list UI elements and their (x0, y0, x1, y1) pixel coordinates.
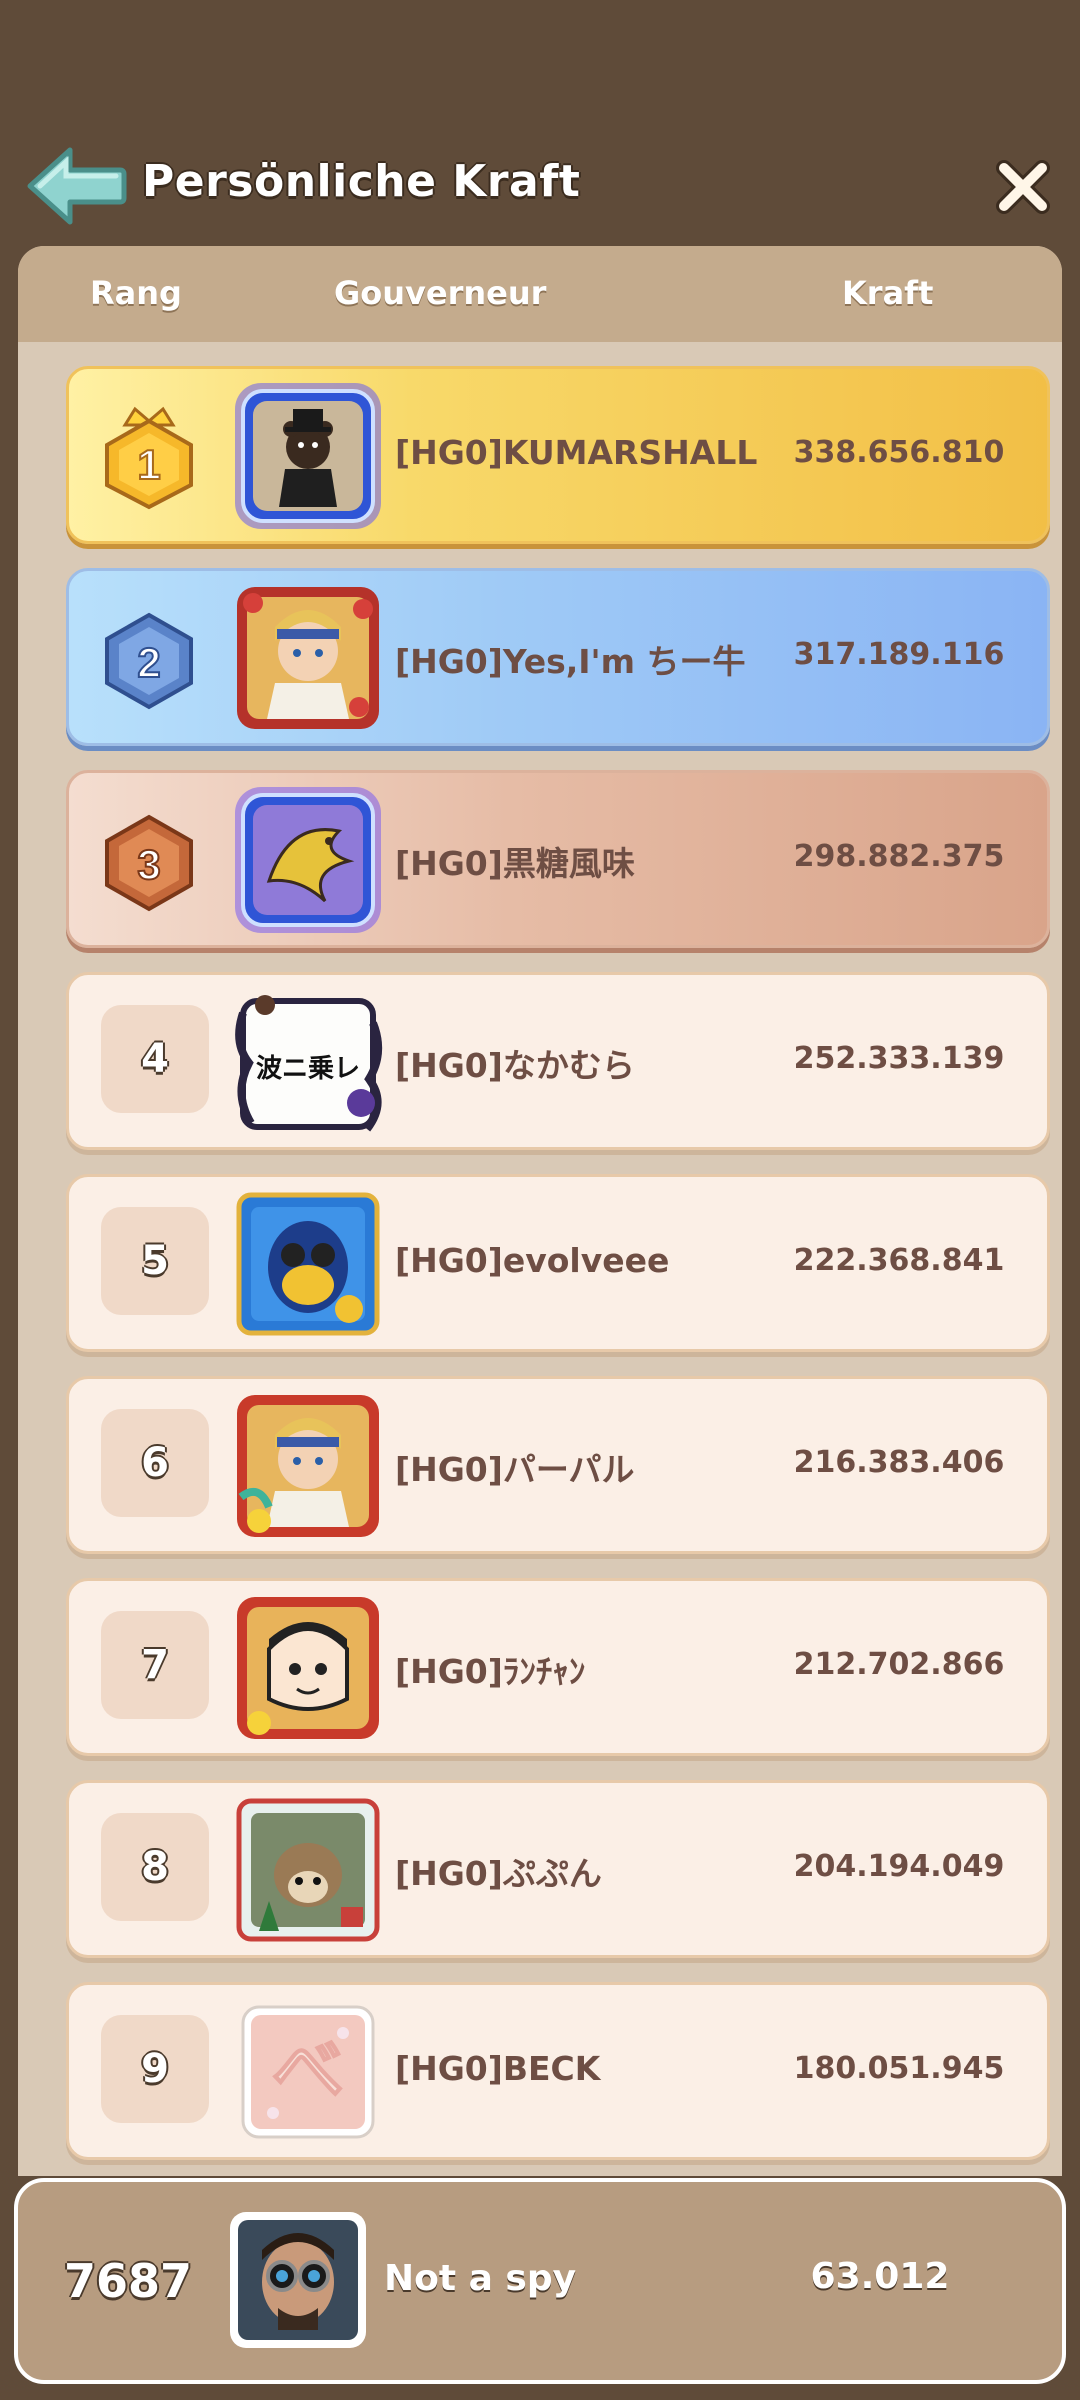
rank-number: 4 (141, 1036, 169, 1082)
own-governor-name: Not a spy (384, 2258, 577, 2299)
avatar-text: べ (272, 2028, 344, 2112)
header: Persönliche Kraft (0, 130, 1080, 240)
column-header: Rang Gouverneur Kraft (18, 246, 1062, 342)
ranking-row[interactable]: 5 [HG0]evolveee 222.368.841 (66, 1174, 1050, 1352)
avatar-text: 波ニ乗レ (256, 1054, 360, 1084)
rank-number: 1 (137, 441, 160, 488)
bear-gentleman-avatar (235, 383, 381, 529)
rank-number: 9 (141, 2046, 169, 2092)
power-value: 216.383.406 (793, 1445, 1005, 1480)
governor-name: [HG0]Yes,I'm ちー牛 (395, 642, 746, 681)
ranking-row[interactable]: 7 [HG0]ﾗﾝﾁｬﾝ 212.702.866 (66, 1578, 1050, 1756)
ranking-row[interactable]: 2 [HG0]Yes,I'm ちー牛 317.189.116 (66, 568, 1050, 746)
governor-name: [HG0]なかむら (395, 1046, 635, 1085)
close-icon[interactable] (992, 156, 1054, 218)
ranking-row[interactable]: 4 波ニ乗レ [HG0]なかむら 252.333.139 (66, 972, 1050, 1150)
own-rank-number: 7687 (64, 2254, 193, 2308)
governor-name: [HG0]パーパル (395, 1450, 635, 1489)
pink-letter-avatar: べ (241, 2005, 375, 2139)
governor-name: [HG0]ぷぷん (395, 1854, 602, 1893)
calligraphy-avatar: 波ニ乗レ (235, 995, 383, 1132)
hedgehog-avatar (236, 1798, 380, 1942)
governor-name: [HG0]BECK (395, 2049, 601, 2088)
ranking-row[interactable]: 9 べ [HG0]BECK 180.051.945 (66, 1982, 1050, 2160)
silver-badge-icon: 2 (105, 612, 193, 710)
blonde-hero-avatar (237, 1395, 379, 1537)
column-governor: Gouverneur (334, 274, 547, 312)
rank-number: 7 (141, 1642, 169, 1688)
ranking-row[interactable]: 3 [HG0]黒糖風味 298.882.375 (66, 770, 1050, 948)
power-value: 222.368.841 (793, 1243, 1005, 1278)
ranking-row[interactable]: 8 [HG0]ぷぷん 204.194.049 (66, 1780, 1050, 1958)
rank-number: 8 (141, 1844, 169, 1890)
ranking-panel: Rang Gouverneur Kraft 1 [HG0]KUMARSHALL … (18, 246, 1062, 2176)
ranking-row[interactable]: 6 [HG0]パーパル 216.383.406 (66, 1376, 1050, 1554)
governor-name: [HG0]黒糖風味 (395, 844, 635, 883)
power-value: 204.194.049 (793, 1849, 1005, 1884)
bronze-badge-icon: 3 (105, 814, 193, 912)
power-value: 338.656.810 (793, 435, 1005, 470)
back-arrow-icon[interactable] (24, 144, 128, 228)
power-value: 212.702.866 (793, 1647, 1005, 1682)
rank-number: 5 (141, 1238, 169, 1284)
own-rank-bar: 7687 Not a spy 63.012 (14, 2178, 1066, 2384)
power-value: 317.189.116 (793, 637, 1005, 672)
power-value: 298.882.375 (793, 839, 1005, 874)
power-value: 180.051.945 (793, 2051, 1005, 2086)
governor-name: [HG0]ﾗﾝﾁｬﾝ (395, 1652, 586, 1691)
column-rank: Rang (90, 274, 182, 312)
power-value: 252.333.139 (793, 1041, 1005, 1076)
governor-name: [HG0]KUMARSHALL (395, 433, 758, 472)
gold-crown-badge-icon: 1 (105, 406, 193, 510)
cartoon-boy-avatar (237, 1597, 379, 1739)
rank-number: 3 (137, 841, 160, 888)
governor-name: [HG0]evolveee (395, 1241, 670, 1280)
penguin-robot-avatar (236, 1192, 380, 1336)
ranking-row[interactable]: 1 [HG0]KUMARSHALL 338.656.810 (66, 366, 1050, 544)
own-power-value: 63.012 (810, 2256, 950, 2297)
page-title: Persönliche Kraft (142, 156, 581, 207)
rank-number: 2 (137, 639, 160, 686)
blonde-hero-avatar (237, 587, 379, 729)
column-power: Kraft (842, 274, 934, 312)
goggles-man-avatar[interactable] (228, 2210, 368, 2350)
golden-dragon-avatar (235, 787, 381, 933)
rank-number: 6 (141, 1440, 169, 1486)
